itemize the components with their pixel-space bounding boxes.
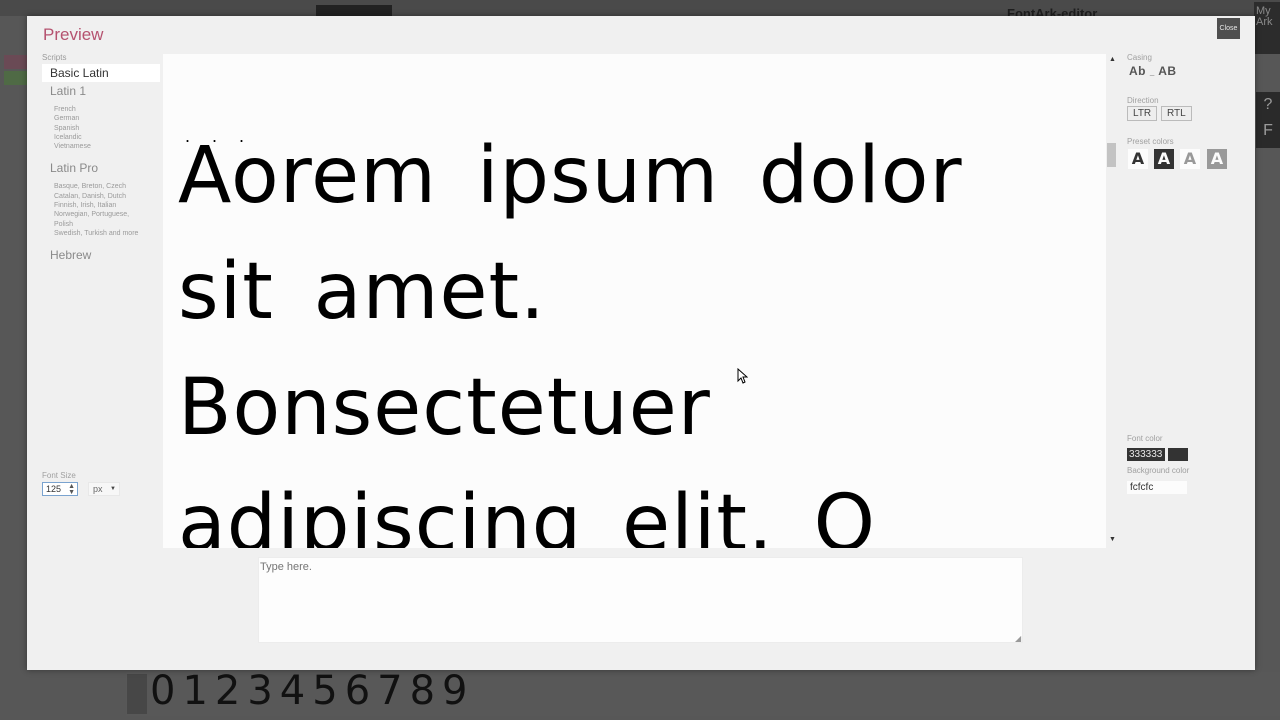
font-color-swatch[interactable]	[1168, 448, 1188, 461]
preview-text: Aorem ipsum dolor sit amet. Bonsectetuer…	[178, 131, 963, 548]
language-label: Norwegian, Portuguese,	[54, 211, 130, 219]
font-size-value: 125	[46, 484, 62, 494]
language-label: Swedish, Turkish and more	[54, 229, 139, 237]
background-badge	[4, 71, 27, 85]
casing-label: Casing	[1127, 53, 1152, 62]
my-ark-button: My Ark	[1254, 2, 1280, 54]
font-size-unit-select[interactable]: px ▼	[88, 482, 120, 496]
casing-separator: _	[1149, 68, 1155, 77]
scroll-up-arrow-icon[interactable]: ▲	[1109, 56, 1116, 63]
script-item-latin-pro[interactable]: Latin Pro	[42, 159, 160, 177]
language-label: Vietnamese	[54, 143, 91, 151]
help-icon: ?	[1263, 96, 1273, 113]
language-label: Icelandic	[54, 133, 82, 141]
latin-pro-languages: Basque, Breton, Czech Catalan, Danish, D…	[42, 177, 160, 246]
unit-value: px	[93, 484, 103, 494]
direction-label: Direction	[1127, 96, 1159, 105]
language-label: Catalan, Danish, Dutch	[54, 192, 126, 200]
preview-area: ... Aorem ipsum dolor sit amet. Bonsecte…	[163, 54, 1106, 548]
background-color-input[interactable]: fcfcfc	[1127, 481, 1187, 494]
background-side-buttons: ? F	[1256, 92, 1280, 148]
language-label: Spanish	[54, 124, 80, 132]
background-digits: 0123456789	[150, 668, 475, 714]
script-item-basic-latin[interactable]: Basic Latin	[42, 64, 160, 82]
script-item-latin-1[interactable]: Latin 1	[42, 82, 160, 100]
language-label: German	[54, 115, 80, 123]
f-icon: F	[1263, 122, 1273, 139]
font-color-input[interactable]: 333333	[1127, 448, 1165, 461]
scripts-label: Scripts	[42, 53, 67, 62]
casing-mixed-button[interactable]: Ab	[1129, 64, 1146, 78]
font-color-label: Font color	[1127, 434, 1163, 443]
background-color-label: Background color	[1127, 466, 1190, 475]
background-tab	[316, 5, 392, 16]
background-badge	[4, 55, 27, 69]
preset-color-light-on-gray[interactable]: A	[1207, 149, 1227, 169]
mouse-cursor-icon	[737, 368, 748, 384]
casing-options: Ab _ AB	[1129, 64, 1177, 78]
preset-color-light-on-dark[interactable]: A	[1154, 149, 1174, 169]
casing-upper-button[interactable]: AB	[1158, 64, 1176, 78]
language-label: Basque, Breton, Czech	[54, 183, 126, 191]
modal-title: Preview	[43, 25, 104, 44]
preset-colors-label: Preset colors	[1127, 137, 1174, 146]
script-item-hebrew[interactable]: Hebrew	[42, 246, 160, 264]
spinner-icon[interactable]: ▲ ▼	[68, 483, 75, 496]
language-label: Finnish, Irish, Italian	[54, 202, 117, 210]
font-size-input[interactable]: 125 ▲ ▼	[42, 482, 78, 496]
ltr-button[interactable]: LTR	[1127, 106, 1158, 121]
close-button[interactable]: Close	[1217, 18, 1240, 39]
chevron-down-icon: ▼	[110, 486, 116, 492]
preview-modal: Preview Close Scripts Basic Latin Latin …	[27, 16, 1255, 670]
background-button	[127, 674, 147, 714]
font-size-label: Font Size	[42, 471, 76, 480]
preset-color-gray-on-light[interactable]: A	[1180, 149, 1200, 169]
latin-1-languages: French German Spanish Icelandic Vietname…	[42, 100, 160, 159]
scrollbar-thumb[interactable]	[1107, 143, 1116, 167]
language-label: French	[54, 106, 76, 113]
preview-text-input[interactable]	[258, 557, 1023, 643]
language-label: Polish	[54, 220, 74, 228]
scripts-list: Basic Latin Latin 1 French German Spanis…	[42, 64, 160, 264]
scroll-down-arrow-icon[interactable]: ▼	[1109, 536, 1116, 543]
resize-grip-icon[interactable]: ◢	[1015, 634, 1021, 643]
preset-color-dark-on-light[interactable]: A	[1128, 149, 1148, 169]
rtl-button[interactable]: RTL	[1161, 106, 1192, 121]
